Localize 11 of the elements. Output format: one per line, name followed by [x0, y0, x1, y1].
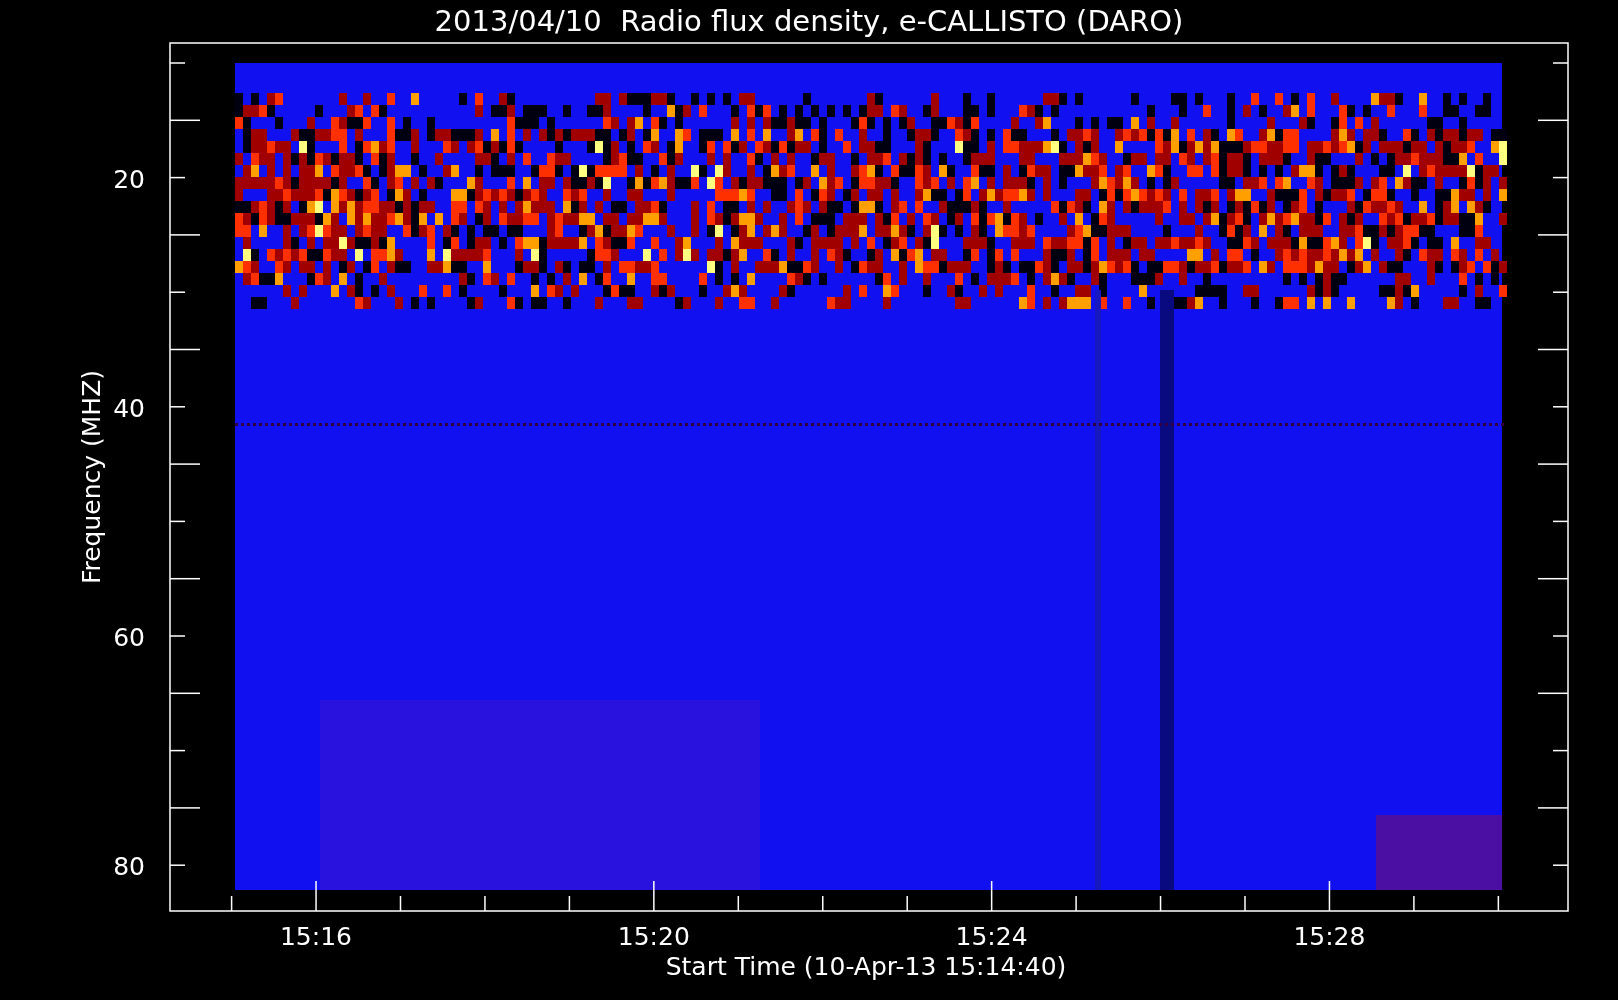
x-tick-label: 15:20	[617, 922, 690, 951]
y-tick-label: 80	[113, 852, 145, 881]
y-tick-label: 60	[113, 623, 145, 652]
chart-title: 2013/04/10 Radio flux density, e-CALLISTO (DARO)	[434, 4, 1184, 38]
x-axis-label: Start Time (10-Apr-13 15:14:40)	[665, 952, 1067, 981]
x-tick-label: 15:24	[955, 922, 1028, 951]
x-tick-label: 15:16	[280, 922, 352, 951]
y-tick-label: 20	[113, 165, 145, 194]
y-tick-label: 40	[113, 394, 145, 423]
x-tick-label: 15:28	[1293, 922, 1366, 951]
y-axis-label: Frequency (MHZ)	[77, 369, 106, 585]
